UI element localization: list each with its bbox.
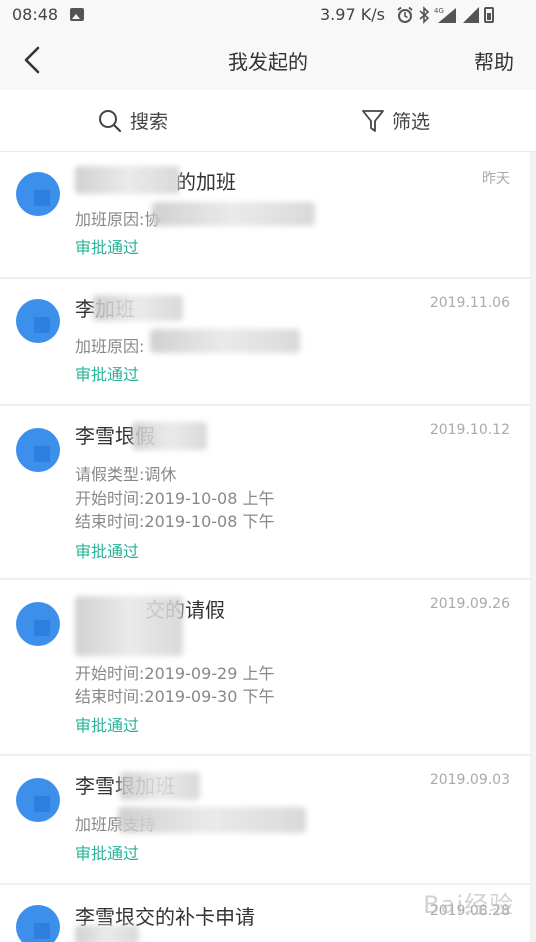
battery-icon <box>484 7 494 23</box>
status-time: 08:48 <box>12 5 59 24</box>
list-item[interactable]: 李雪垠假 2019.10.12 请假类型:调休 开始时间:2019-10-08 … <box>0 406 530 579</box>
list-item[interactable]: 李雪垠加班 2019.09.03 加班原支持 审批通过 <box>0 756 530 884</box>
gallery-notification-icon <box>70 8 84 21</box>
redacted-blur <box>75 596 183 656</box>
search-button[interactable]: 搜索 <box>98 107 168 134</box>
redacted-blur <box>132 422 207 450</box>
list-item[interactable]: 李加班 2019.11.06 加班原因: 审批通过 <box>0 279 530 405</box>
item-start-time: 开始时间:2019-09-29 上午 <box>75 664 275 683</box>
item-date: 昨天 <box>482 171 510 187</box>
avatar <box>16 299 60 343</box>
status-badge: 审批通过 <box>75 542 140 561</box>
item-reason: 加班原因:协 <box>75 210 161 229</box>
item-leave-type: 请假类型:调休 <box>75 465 177 484</box>
item-title: 的加班 <box>176 170 236 194</box>
avatar <box>16 905 60 942</box>
redacted-blur <box>93 295 183 321</box>
avatar <box>16 428 60 472</box>
filter-button[interactable]: 筛选 <box>362 107 430 134</box>
nav-bar: 我发起的 帮助 <box>0 30 536 90</box>
item-start-time: 开始时间:2019-10-08 上午 <box>75 489 275 508</box>
funnel-icon <box>362 109 384 132</box>
avatar <box>16 172 60 216</box>
item-end-time: 结束时间:2019-09-30 下午 <box>75 687 275 706</box>
redacted-blur <box>152 202 315 226</box>
redacted-blur <box>120 772 200 800</box>
status-badge: 审批通过 <box>75 716 140 735</box>
list-item[interactable]: 的加班 昨天 加班原因:协 审批通过 <box>0 152 530 278</box>
help-button[interactable]: 帮助 <box>474 46 514 75</box>
redacted-blur <box>118 807 306 833</box>
redacted-blur <box>150 329 300 353</box>
filter-label: 筛选 <box>392 111 431 133</box>
list-item[interactable]: 交的请假 2019.09.26 开始时间:2019-09-29 上午 结束时间:… <box>0 580 530 755</box>
avatar <box>16 602 60 646</box>
redacted-blur <box>75 925 139 942</box>
status-icons: 4G <box>396 4 494 26</box>
network-speed: 3.97 K/s <box>320 5 385 24</box>
avatar <box>16 778 60 822</box>
status-badge: 审批通过 <box>75 238 140 257</box>
watermark: Bai经验 <box>423 891 514 919</box>
item-date: 2019.09.26 <box>429 596 510 612</box>
search-icon <box>99 109 122 132</box>
item-end-time: 结束时间:2019-10-08 下午 <box>75 512 275 531</box>
svg-text:4G: 4G <box>434 7 444 15</box>
status-badge: 审批通过 <box>75 844 140 863</box>
item-date: 2019.10.12 <box>429 422 510 438</box>
status-badge: 审批通过 <box>75 365 140 384</box>
signal-icon <box>463 7 479 23</box>
item-reason: 加班原因: <box>75 337 145 356</box>
approval-list: 的加班 昨天 加班原因:协 审批通过 李加班 2019.11.06 加班原因: … <box>0 152 536 942</box>
bluetooth-icon <box>419 6 430 24</box>
signal-4g-icon: 4G <box>434 7 456 23</box>
status-bar: 08:48 3.97 K/s 4G <box>0 0 536 30</box>
search-label: 搜索 <box>130 111 169 133</box>
item-date: 2019.09.03 <box>429 772 510 788</box>
alarm-icon <box>397 6 413 23</box>
item-date: 2019.11.06 <box>429 295 510 311</box>
filter-bar: 搜索 筛选 <box>0 90 536 152</box>
page-title: 我发起的 <box>228 50 308 74</box>
redacted-blur <box>75 166 180 194</box>
